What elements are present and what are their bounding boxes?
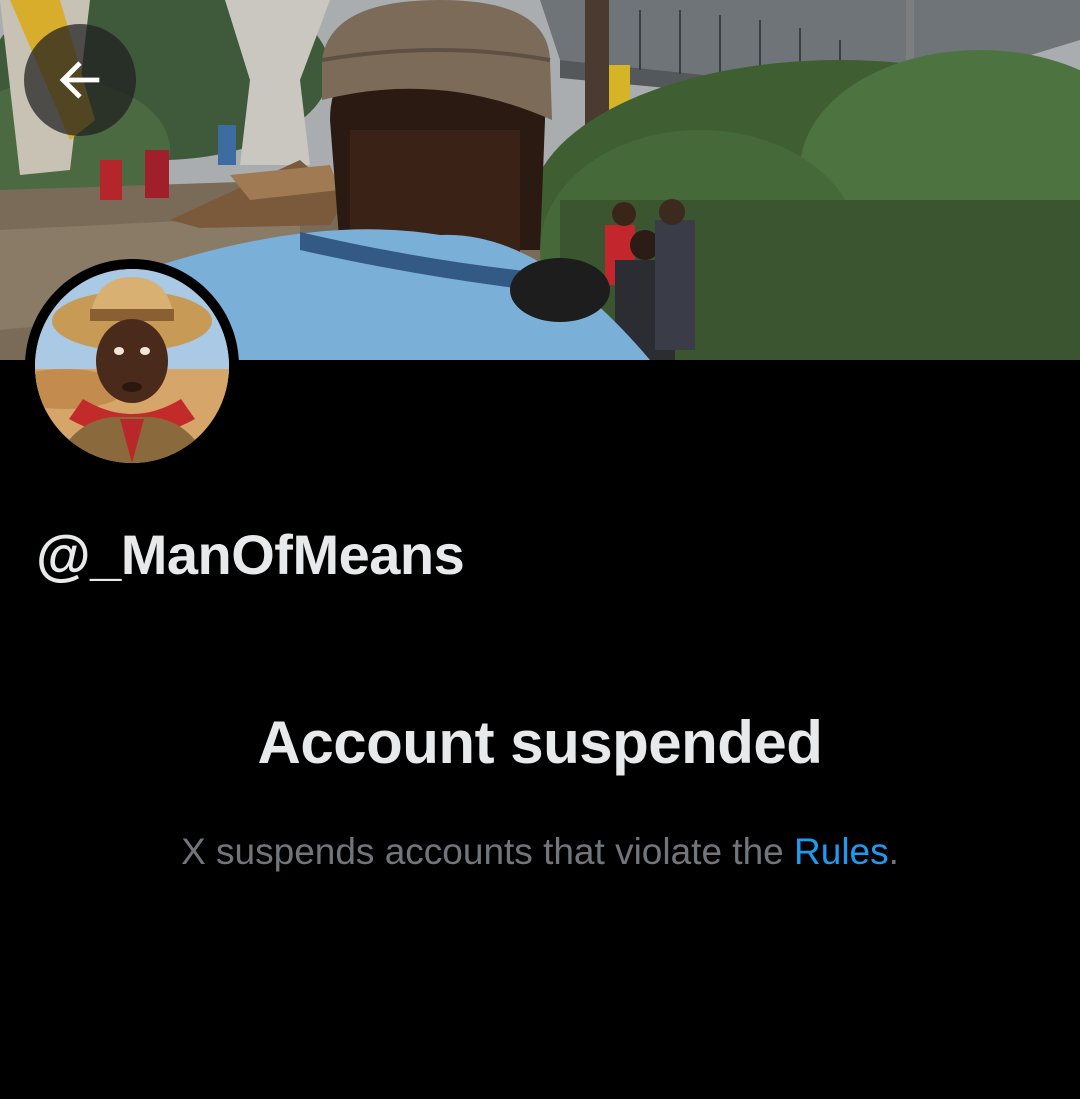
- arrow-left-icon: [59, 61, 100, 99]
- suspension-description-text: X suspends accounts that violate the: [181, 831, 795, 872]
- suspension-notice: Account suspended X suspends accounts th…: [0, 708, 1080, 873]
- suspension-description-period: .: [888, 831, 899, 872]
- back-button[interactable]: [24, 24, 136, 136]
- profile-page: @_ManOfMeans Account suspended X suspend…: [0, 0, 1080, 1099]
- suspension-title: Account suspended: [257, 709, 823, 776]
- profile-avatar[interactable]: [25, 259, 239, 473]
- suspension-description: X suspends accounts that violate the Rul…: [0, 831, 1080, 873]
- rules-link[interactable]: Rules: [794, 831, 889, 872]
- avatar-image: [35, 269, 229, 463]
- profile-handle: @_ManOfMeans: [36, 523, 465, 586]
